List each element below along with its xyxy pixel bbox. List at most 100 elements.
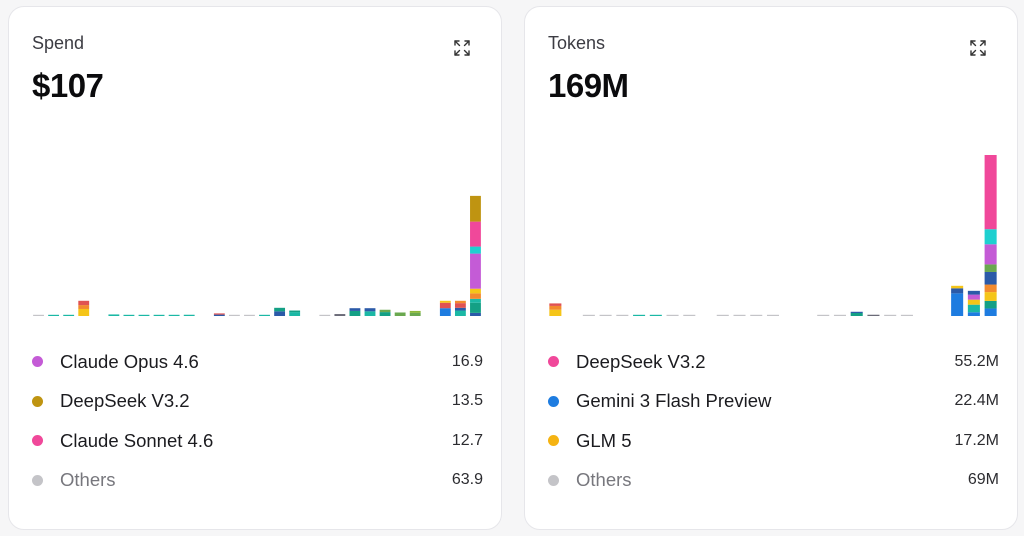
chart-bar-segment[interactable] (454, 300, 466, 304)
chart-bar-segment[interactable] (984, 229, 997, 245)
chart-bar-segment[interactable] (984, 292, 997, 301)
chart-bar-segment[interactable] (364, 308, 376, 312)
chart-bar-segment[interactable] (549, 309, 562, 316)
chart-bar-segment[interactable] (850, 312, 863, 316)
chart-bar-segment[interactable] (549, 305, 562, 310)
chart-bar-segment[interactable] (984, 264, 997, 272)
chart-bar-segment[interactable] (817, 314, 830, 316)
chart-bar-segment[interactable] (334, 314, 346, 316)
chart-bar-segment[interactable] (984, 300, 997, 309)
legend-item-others[interactable]: Others 63.9 (31, 461, 483, 501)
chart-bar-segment[interactable] (274, 311, 286, 316)
chart-bar-segment[interactable] (750, 314, 763, 316)
chart-bar-segment[interactable] (244, 314, 255, 316)
chart-bar-segment[interactable] (470, 288, 481, 294)
chart-bar-segment[interactable] (379, 309, 391, 313)
chart-bar-segment[interactable] (409, 312, 421, 316)
chart-bar-segment[interactable] (984, 271, 997, 285)
legend-item[interactable]: GLM 5 17.2M (547, 421, 999, 461)
chart-bar-segment[interactable] (850, 311, 863, 313)
chart-bar-segment[interactable] (833, 314, 846, 316)
chart-bar-segment[interactable] (138, 314, 150, 316)
chart-bar-segment[interactable] (78, 308, 90, 316)
chart-bar-segment[interactable] (394, 312, 406, 316)
chart-bar-segment[interactable] (951, 293, 964, 316)
chart-bar-segment[interactable] (470, 195, 481, 222)
tokens-expand-button[interactable] (967, 37, 989, 59)
chart-bar-segment[interactable] (633, 314, 646, 316)
chart-bar-segment[interactable] (470, 253, 481, 289)
chart-bar-segment[interactable] (274, 307, 286, 312)
chart-bar-segment[interactable] (183, 314, 195, 316)
legend-item-others[interactable]: Others 69M (547, 461, 999, 501)
legend-item[interactable]: DeepSeek V3.2 13.5 (31, 382, 483, 422)
chart-bar-segment[interactable] (289, 312, 301, 316)
legend-item[interactable]: Claude Sonnet 4.6 12.7 (31, 421, 483, 461)
legend-dot (548, 474, 559, 486)
chart-bar-segment[interactable] (470, 302, 481, 313)
chart-bar-segment[interactable] (967, 294, 980, 300)
chart-bar-segment[interactable] (470, 293, 481, 299)
chart-bar-segment[interactable] (766, 314, 780, 316)
chart-bar-segment[interactable] (951, 285, 964, 289)
chart-bar-segment[interactable] (884, 314, 897, 316)
chart-bar-segment[interactable] (78, 300, 90, 306)
chart-bar-segment[interactable] (984, 155, 997, 230)
chart-bar-segment[interactable] (48, 314, 60, 316)
chart-bar-segment[interactable] (33, 314, 44, 316)
chart-bar-segment[interactable] (984, 308, 997, 316)
chart-bar-segment[interactable] (616, 314, 629, 316)
chart-bar-segment[interactable] (470, 298, 481, 303)
legend-item[interactable]: Gemini 3 Flash Preview 22.4M (547, 382, 999, 422)
chart-bar-segment[interactable] (409, 310, 421, 313)
chart-bar-segment[interactable] (470, 246, 481, 254)
chart-bar-segment[interactable] (454, 307, 466, 311)
chart-bar-segment[interactable] (349, 308, 361, 311)
chart-bar-segment[interactable] (168, 314, 180, 316)
legend-item[interactable]: DeepSeek V3.2 55.2M (547, 342, 999, 382)
chart-bar-segment[interactable] (439, 302, 451, 309)
chart-bar-segment[interactable] (454, 310, 466, 316)
chart-bar-segment[interactable] (984, 244, 997, 265)
chart-bar-segment[interactable] (78, 305, 90, 309)
chart-bar-segment[interactable] (666, 314, 679, 316)
expand-icon (970, 40, 986, 56)
chart-bar-segment[interactable] (900, 314, 913, 316)
chart-bar-segment[interactable] (967, 290, 980, 295)
chart-bar-segment[interactable] (984, 284, 997, 293)
chart-bar-segment[interactable] (319, 314, 331, 316)
chart-bar-segment[interactable] (683, 314, 696, 316)
chart-bar-segment[interactable] (379, 312, 391, 316)
chart-bar-segment[interactable] (228, 314, 240, 316)
chart-bar-segment[interactable] (349, 310, 361, 316)
chart-bar-segment[interactable] (289, 310, 301, 313)
chart-bar-segment[interactable] (582, 314, 595, 316)
chart-bar-segment[interactable] (108, 314, 120, 316)
chart-bar-segment[interactable] (967, 299, 980, 305)
legend-item[interactable]: Claude Opus 4.6 16.9 (31, 342, 483, 382)
chart-bar-segment[interactable] (123, 314, 135, 316)
chart-bar-segment[interactable] (213, 313, 225, 315)
chart-bar-segment[interactable] (153, 314, 165, 316)
tokens-total-value: 169M (548, 67, 629, 104)
legend-value: 16.9 (451, 352, 483, 370)
spend-expand-button[interactable] (451, 37, 473, 59)
chart-bar-segment[interactable] (549, 303, 562, 306)
chart-bar-segment[interactable] (439, 300, 451, 303)
chart-bar-segment[interactable] (599, 314, 612, 316)
chart-bar-segment[interactable] (649, 314, 662, 316)
chart-bar-segment[interactable] (470, 221, 481, 247)
chart-bar-segment[interactable] (733, 314, 746, 316)
chart-bar-segment[interactable] (63, 314, 75, 316)
chart-bar-segment[interactable] (716, 314, 729, 316)
chart-bar-segment[interactable] (967, 304, 980, 313)
chart-bar-segment[interactable] (470, 312, 481, 316)
chart-bar-segment[interactable] (454, 303, 466, 308)
chart-bar-segment[interactable] (439, 308, 451, 316)
chart-bar-segment[interactable] (867, 314, 880, 316)
chart-bar-segment[interactable] (213, 314, 225, 316)
chart-bar-segment[interactable] (951, 288, 964, 294)
chart-bar-segment[interactable] (967, 312, 980, 316)
chart-bar-segment[interactable] (259, 314, 270, 316)
chart-bar-segment[interactable] (364, 311, 376, 316)
